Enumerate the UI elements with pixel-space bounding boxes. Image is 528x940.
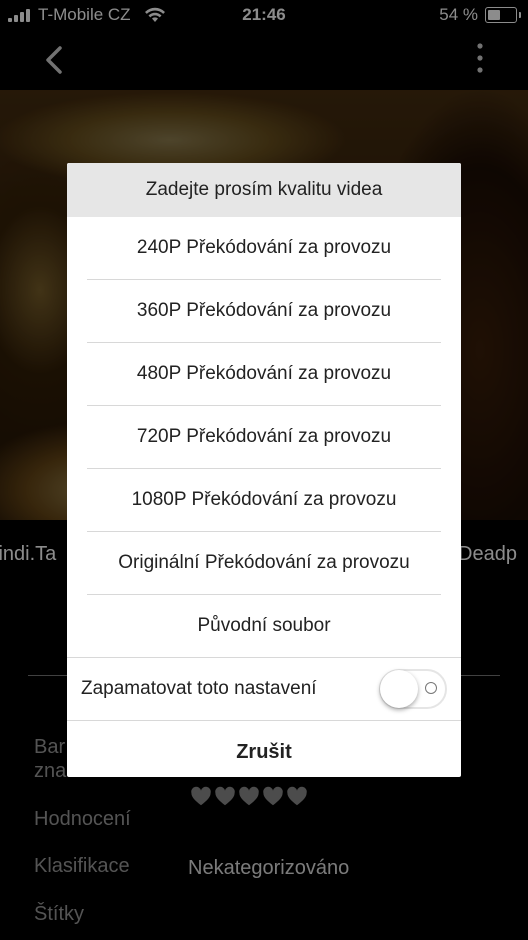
toggle-off-icon	[425, 682, 437, 694]
toggle-knob	[380, 670, 418, 708]
remember-setting-label: Zapamatovat toto nastavení	[81, 678, 317, 699]
quality-option-1080p[interactable]: 1080P Překódování za provozu	[67, 469, 461, 531]
dialog-title: Zadejte prosím kvalitu videa	[67, 163, 461, 217]
cancel-button[interactable]: Zrušit	[67, 721, 461, 777]
remember-setting-toggle[interactable]	[379, 669, 447, 709]
quality-option-source-file[interactable]: Původní soubor	[67, 595, 461, 657]
quality-option-original[interactable]: Originální Překódování za provozu	[67, 532, 461, 594]
quality-option-240p[interactable]: 240P Překódování za provozu	[67, 217, 461, 279]
quality-option-720p[interactable]: 720P Překódování za provozu	[67, 406, 461, 468]
quality-option-480p[interactable]: 480P Překódování za provozu	[67, 343, 461, 405]
remember-setting-row: Zapamatovat toto nastavení	[67, 657, 461, 721]
video-quality-dialog: Zadejte prosím kvalitu videa 240P Překód…	[67, 163, 461, 777]
quality-option-360p[interactable]: 360P Překódování za provozu	[67, 280, 461, 342]
